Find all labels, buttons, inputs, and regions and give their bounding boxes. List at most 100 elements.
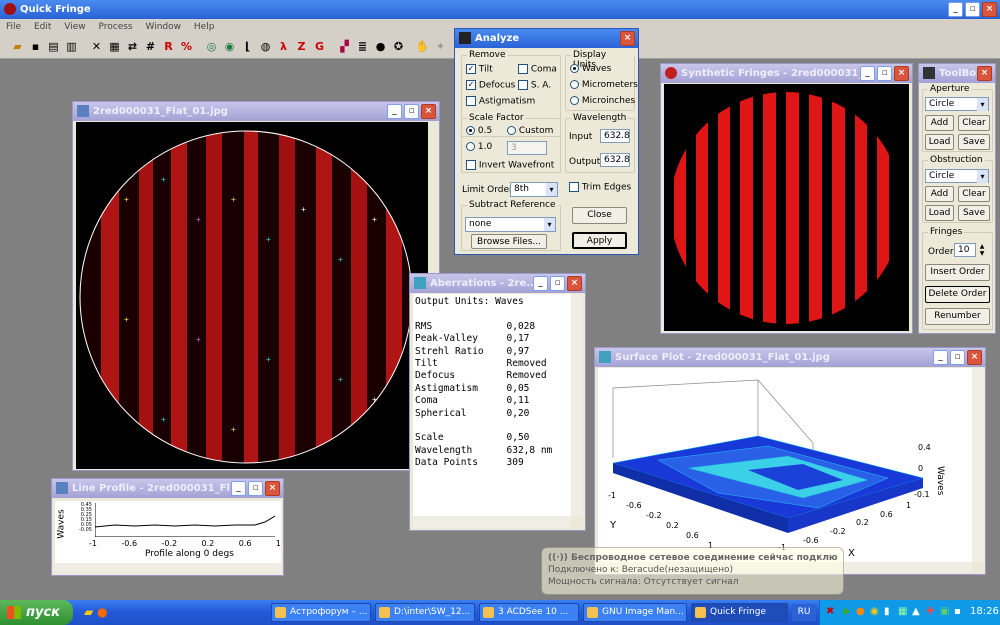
tray-icon-3[interactable]: ●	[856, 606, 865, 617]
aperture-load-button[interactable]: Load	[925, 134, 954, 150]
apply-button[interactable]: Apply	[572, 232, 627, 249]
coma-checkbox[interactable]: Coma	[518, 64, 557, 75]
close-button[interactable]: Close	[572, 207, 627, 224]
surface-plot-canvas[interactable]: 0.4 0 -0.1 Waves Y X -1 -0.6 -0.2 0.2 0.…	[598, 368, 972, 562]
toolbox-titlebar[interactable]: ToolBox ×	[919, 64, 995, 83]
interferogram-maximize-button[interactable]: ▫	[404, 104, 419, 119]
sa-checkbox[interactable]: S. A.	[518, 80, 551, 91]
ruler-icon[interactable]: ▞	[336, 38, 353, 55]
wavelength-input[interactable]: 632.8	[600, 129, 630, 143]
wifi-notification[interactable]: ((·)) Беспроводное сетевое соединение се…	[541, 547, 844, 595]
surface-plot-titlebar[interactable]: Surface Plot - 2red000031_Flat_01.jpg _ …	[595, 348, 985, 367]
arrows-icon[interactable]: ⇄	[124, 38, 141, 55]
volume-icon[interactable]: ▮	[884, 606, 890, 617]
line-profile-hscroll[interactable]	[55, 563, 281, 574]
aberrations-hscroll[interactable]	[413, 516, 571, 528]
surface-minimize-button[interactable]: _	[933, 350, 948, 365]
order-input[interactable]: 10	[954, 243, 976, 257]
toolbox-close-button[interactable]: ×	[977, 66, 992, 81]
synthetic-maximize-button[interactable]: ▫	[877, 66, 892, 81]
renumber-button[interactable]: Renumber	[925, 308, 990, 325]
aperture-add-button[interactable]: Add	[925, 115, 954, 131]
mesh-icon[interactable]: #	[142, 38, 159, 55]
obstruction-add-button[interactable]: Add	[925, 186, 954, 202]
menu-process[interactable]: Process	[98, 19, 132, 35]
interferogram-image[interactable]: + + + + + + + + + + + + + + + +	[76, 122, 428, 469]
insert-order-button[interactable]: Insert Order	[925, 264, 990, 281]
analyze-close-x-button[interactable]: ×	[620, 31, 635, 46]
line-profile-close-button[interactable]: ×	[265, 481, 280, 496]
g-icon[interactable]: G	[311, 38, 328, 55]
tray-icon-10[interactable]: ▪	[954, 606, 961, 617]
microinches-radio[interactable]: Microinches	[570, 96, 635, 106]
aperture-save-button[interactable]: Save	[958, 134, 990, 150]
stack-icon[interactable]: ≣	[354, 38, 371, 55]
print-icon[interactable]: ▥	[63, 38, 80, 55]
sf-05-radio[interactable]: 0.5	[466, 126, 492, 136]
tray-icon-7[interactable]: ▲	[912, 606, 920, 617]
obstruction-load-button[interactable]: Load	[925, 205, 954, 221]
analyze-titlebar[interactable]: Analyze ×	[455, 29, 638, 48]
micrometers-radio[interactable]: Micrometers	[570, 80, 638, 90]
app-maximize-button[interactable]: ▫	[965, 2, 980, 17]
interferogram-close-button[interactable]: ×	[421, 104, 436, 119]
aberrations-titlebar[interactable]: Aberrations - 2re... _ ▫ ×	[410, 274, 585, 293]
fringe-icon[interactable]: ◍	[257, 38, 274, 55]
tray-icon-9[interactable]: ▣	[940, 606, 949, 617]
aberrations-maximize-button[interactable]: ▫	[550, 276, 565, 291]
order-spinner[interactable]: ▲ ▼	[977, 243, 987, 257]
trim-edges-checkbox[interactable]: Trim Edges	[569, 182, 631, 193]
surface-vscroll[interactable]	[972, 368, 984, 562]
sf-10-radio[interactable]: 1.0	[466, 142, 492, 152]
line-profile-maximize-button[interactable]: ▫	[248, 481, 263, 496]
aberrations-close-button[interactable]: ×	[567, 276, 582, 291]
limit-order-select[interactable]: 8th	[510, 182, 558, 197]
wavelength-output[interactable]: 632.8	[600, 153, 630, 167]
aberrations-minimize-button[interactable]: _	[533, 276, 548, 291]
interferogram-titlebar[interactable]: 2red000031_Flat_01.jpg _ ▫ ×	[73, 102, 439, 121]
menu-file[interactable]: File	[6, 19, 21, 35]
folder-icon[interactable]: ▰	[84, 605, 93, 619]
obstruction-save-button[interactable]: Save	[958, 205, 990, 221]
obstruction-select[interactable]: Circle	[925, 169, 989, 183]
start-button[interactable]: пуск	[0, 600, 73, 625]
reference-select[interactable]: none	[465, 217, 556, 232]
line-profile-titlebar[interactable]: Line Profile - 2red000031_Fl... _ ▫ ×	[52, 479, 283, 498]
menu-view[interactable]: View	[64, 19, 85, 35]
tray-icon-8[interactable]: ✚	[926, 606, 934, 617]
tray-icon-6[interactable]: ▦	[898, 606, 907, 617]
synthetic-titlebar[interactable]: Synthetic Fringes - 2red000031_... _ ▫ ×	[661, 64, 912, 83]
surface-maximize-button[interactable]: ▫	[950, 350, 965, 365]
profile-icon[interactable]: ⌊	[239, 38, 256, 55]
delete-order-button[interactable]: Delete Order	[925, 286, 990, 303]
zernike-icon[interactable]: ◉	[221, 38, 238, 55]
tilt-checkbox[interactable]: ✓ Tilt	[466, 64, 493, 75]
percent-icon[interactable]: %	[178, 38, 195, 55]
aberrations-vscroll[interactable]	[571, 294, 583, 516]
sf-custom-radio[interactable]: Custom	[507, 126, 553, 136]
obstruction-clear-button[interactable]: Clear	[958, 186, 990, 202]
z-icon[interactable]: Z	[293, 38, 310, 55]
menu-window[interactable]: Window	[146, 19, 182, 35]
surface-close-button[interactable]: ×	[967, 350, 982, 365]
menu-edit[interactable]: Edit	[34, 19, 51, 35]
task-quick-fringe[interactable]: Quick Fringe	[691, 603, 788, 622]
aperture-select[interactable]: Circle	[925, 97, 989, 111]
open-icon[interactable]: ▰	[9, 38, 26, 55]
menu-help[interactable]: Help	[194, 19, 215, 35]
task-acdsee[interactable]: 3 ACDSee 10 ...	[479, 603, 579, 622]
save-icon[interactable]: ▪	[27, 38, 44, 55]
app-close-button[interactable]: ×	[982, 2, 997, 17]
network-error-icon[interactable]: ✖	[826, 606, 834, 617]
firefox-icon[interactable]: ●	[97, 605, 107, 619]
defocus-checkbox[interactable]: ✓ Defocus	[466, 80, 515, 91]
aperture-clear-button[interactable]: Clear	[958, 115, 990, 131]
sphere-icon[interactable]: ●	[372, 38, 389, 55]
synthetic-minimize-button[interactable]: _	[860, 66, 875, 81]
synthetic-close-button[interactable]: ×	[894, 66, 909, 81]
lambda-icon[interactable]: λ	[275, 38, 292, 55]
task-explorer[interactable]: D:\inter\SW_12...	[375, 603, 475, 622]
tray-icon-4[interactable]: ◉	[870, 606, 879, 617]
line-profile-minimize-button[interactable]: _	[231, 481, 246, 496]
r-icon[interactable]: R	[160, 38, 177, 55]
